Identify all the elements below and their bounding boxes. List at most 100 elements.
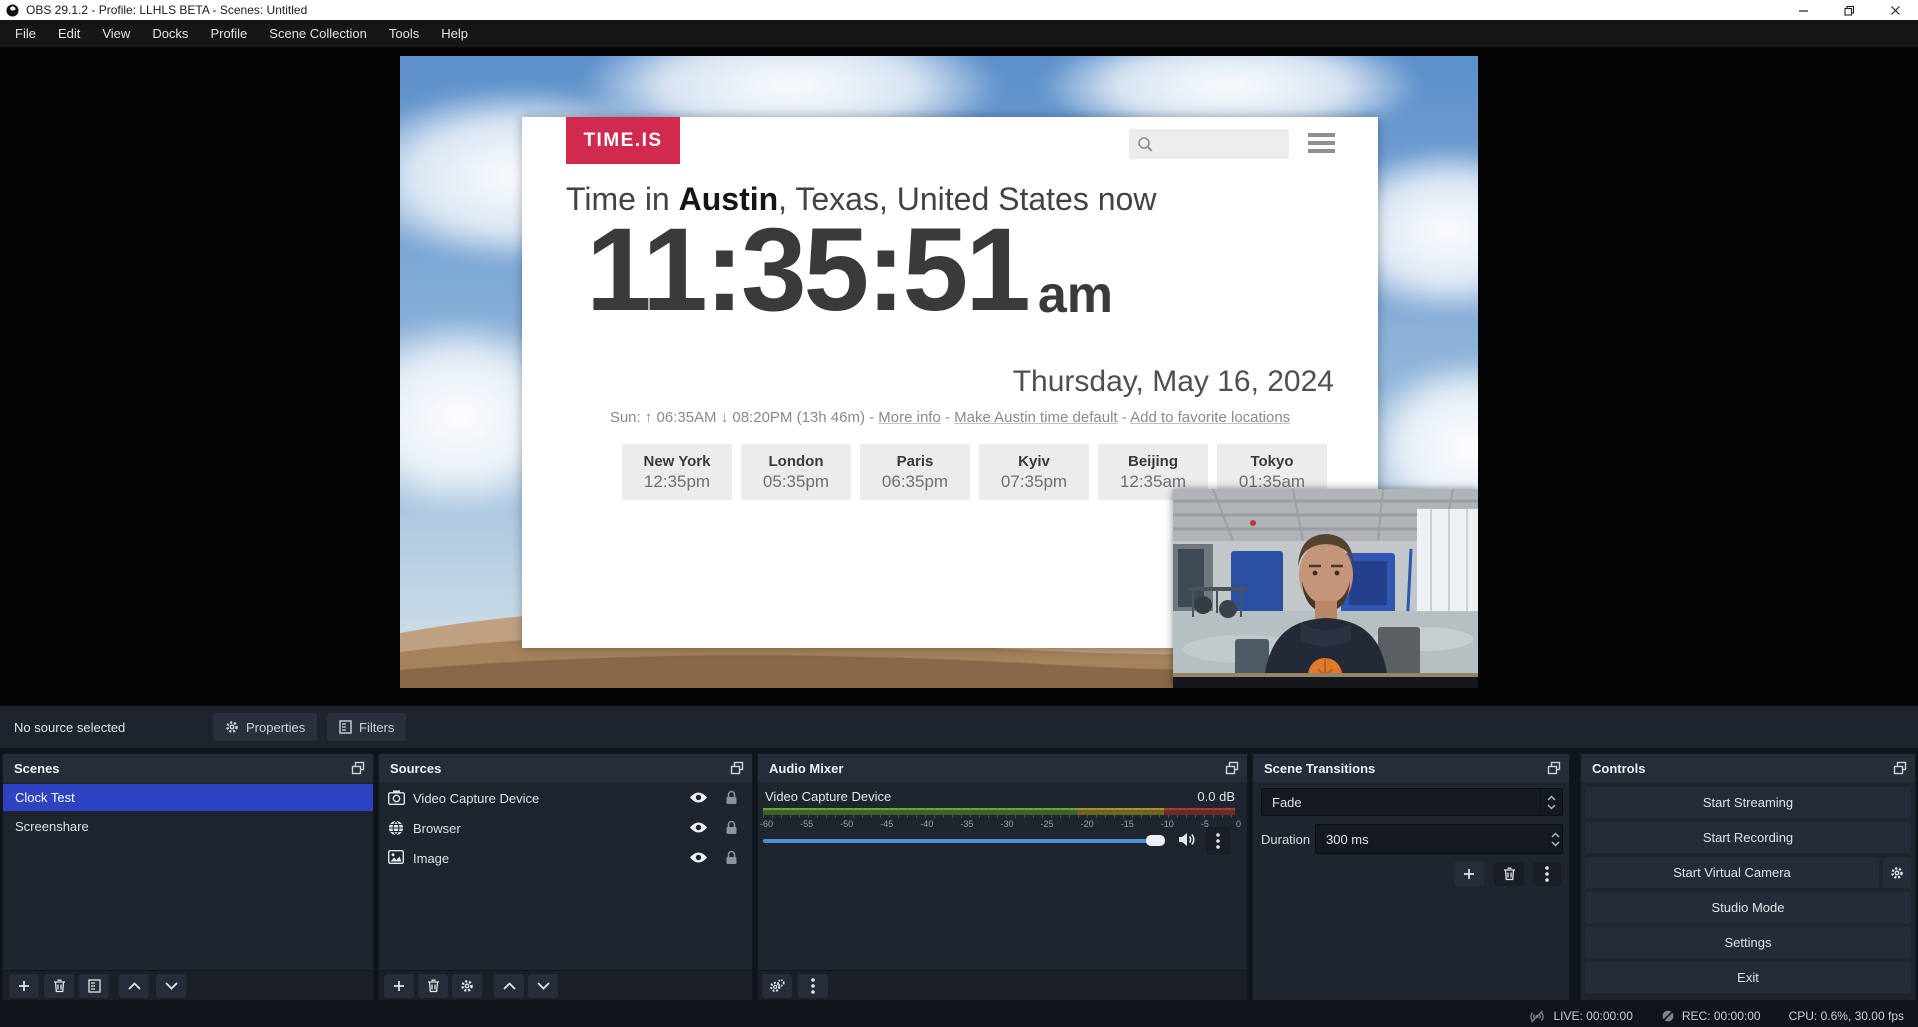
transitions-title: Scene Transitions <box>1264 761 1375 776</box>
source-item-browser[interactable]: Browser <box>379 815 752 842</box>
menu-help[interactable]: Help <box>430 20 479 47</box>
advanced-audio-button[interactable] <box>762 974 792 998</box>
add-transition-button[interactable] <box>1454 862 1484 886</box>
preview-canvas[interactable]: TIME.IS Time in Austin, Texas, United St… <box>400 56 1478 688</box>
start-streaming-button[interactable]: Start Streaming <box>1585 787 1911 818</box>
remove-scene-button[interactable] <box>44 974 74 998</box>
start-virtual-camera-button[interactable]: Start Virtual Camera <box>1585 857 1879 888</box>
clock-meridiem: am <box>1038 265 1113 325</box>
virtual-camera-config-button[interactable] <box>1883 857 1911 888</box>
window-title: OBS 29.1.2 - Profile: LLHLS BETA - Scene… <box>26 3 307 17</box>
kebab-menu-icon <box>1545 866 1549 882</box>
live-status: LIVE: 00:00:00 <box>1528 1009 1632 1023</box>
select-spinner[interactable] <box>1540 789 1562 815</box>
chevron-down-icon <box>537 982 550 990</box>
mixer-db-value: 0.0 dB <box>1197 789 1235 804</box>
settings-button[interactable]: Settings <box>1585 927 1911 958</box>
source-properties-button[interactable] <box>452 974 482 998</box>
add-source-button[interactable] <box>384 974 414 998</box>
filters-button[interactable]: Filters <box>327 713 406 741</box>
menu-bar: File Edit View Docks Profile Scene Colle… <box>0 20 1918 47</box>
timeis-clock: 11:35:51 am <box>586 203 1113 339</box>
city-tile: Paris06:35pm <box>860 444 970 500</box>
lock-icon[interactable] <box>725 850 738 865</box>
move-scene-up-button[interactable] <box>119 974 149 998</box>
scenes-panel: Scenes Clock Test Screenshare <box>2 753 374 1001</box>
menu-tools[interactable]: Tools <box>378 20 430 47</box>
rec-time: REC: 00:00:00 <box>1682 1009 1761 1023</box>
double-gear-icon <box>769 979 785 993</box>
sources-panel: Sources Video Capture Device <box>378 753 753 1001</box>
popout-icon[interactable] <box>730 761 744 775</box>
source-item-video-capture[interactable]: Video Capture Device <box>379 785 752 812</box>
move-scene-down-button[interactable] <box>156 974 186 998</box>
volume-slider[interactable] <box>763 839 1151 843</box>
move-source-down-button[interactable] <box>528 974 558 998</box>
duration-spinner[interactable] <box>1551 825 1560 853</box>
filter-icon <box>339 720 352 734</box>
move-source-up-button[interactable] <box>494 974 524 998</box>
status-bar: LIVE: 00:00:00 REC: 00:00:00 CPU: 0.6%, … <box>0 1005 1918 1027</box>
exit-button[interactable]: Exit <box>1585 962 1911 993</box>
minimize-icon[interactable] <box>1780 0 1826 20</box>
plus-icon <box>1463 868 1475 880</box>
filter-icon <box>88 979 101 993</box>
live-time: LIVE: 00:00:00 <box>1553 1009 1632 1023</box>
timeis-logo: TIME.IS <box>566 117 680 164</box>
visibility-eye-icon[interactable] <box>689 851 708 864</box>
volume-meter <box>763 808 1235 815</box>
sources-title: Sources <box>390 761 441 776</box>
scene-item-screenshare[interactable]: Screenshare <box>3 813 373 840</box>
visibility-eye-icon[interactable] <box>689 791 708 804</box>
menu-view[interactable]: View <box>91 20 141 47</box>
popout-icon[interactable] <box>1547 761 1561 775</box>
plus-icon <box>18 980 30 992</box>
remove-source-button[interactable] <box>418 974 448 998</box>
chevron-up-icon <box>503 982 516 990</box>
popout-icon[interactable] <box>351 761 365 775</box>
window-controls <box>1780 0 1918 20</box>
menu-edit[interactable]: Edit <box>47 20 91 47</box>
add-scene-button[interactable] <box>9 974 39 998</box>
lock-icon[interactable] <box>725 820 738 835</box>
chevron-up-icon <box>1547 795 1556 801</box>
lock-icon[interactable] <box>725 790 738 805</box>
transition-select[interactable]: Fade <box>1261 788 1563 816</box>
scene-item-clock-test[interactable]: Clock Test <box>3 784 373 811</box>
scene-transitions-panel: Scene Transitions Fade Duration 300 ms <box>1252 753 1570 1001</box>
plus-icon <box>393 980 405 992</box>
menu-docks[interactable]: Docks <box>141 20 199 47</box>
camera-icon <box>388 790 405 805</box>
menu-file[interactable]: File <box>4 20 47 47</box>
webcam-video <box>1173 489 1478 688</box>
kebab-menu-icon <box>811 978 815 994</box>
transition-menu-button[interactable] <box>1533 862 1561 886</box>
remove-transition-button[interactable] <box>1494 862 1524 886</box>
mixer-channel-menu-button[interactable] <box>1206 827 1230 855</box>
menu-scene-collection[interactable]: Scene Collection <box>258 20 378 47</box>
speaker-icon[interactable] <box>1178 832 1196 847</box>
timeis-date: Thursday, May 16, 2024 <box>1013 365 1334 399</box>
volume-slider-handle[interactable] <box>1146 835 1165 846</box>
mixer-menu-button[interactable] <box>798 974 828 998</box>
timeis-sun-line: Sun: ↑ 06:35AM ↓ 08:20PM (13h 46m) - Mor… <box>522 409 1378 426</box>
close-icon[interactable] <box>1872 0 1918 20</box>
controls-title: Controls <box>1592 761 1645 776</box>
gear-icon <box>1890 866 1904 880</box>
gear-icon <box>460 979 474 993</box>
popout-icon[interactable] <box>1893 761 1907 775</box>
rec-status: REC: 00:00:00 <box>1661 1009 1761 1023</box>
source-item-image[interactable]: Image <box>379 845 752 872</box>
chevron-up-icon <box>1551 832 1560 838</box>
start-recording-button[interactable]: Start Recording <box>1585 822 1911 853</box>
visibility-eye-icon[interactable] <box>689 821 708 834</box>
studio-mode-button[interactable]: Studio Mode <box>1585 892 1911 923</box>
duration-input[interactable]: 300 ms <box>1315 824 1563 854</box>
properties-button[interactable]: Properties <box>213 713 317 741</box>
menu-profile[interactable]: Profile <box>199 20 258 47</box>
obs-logo-icon <box>6 4 19 17</box>
gear-icon <box>225 720 239 734</box>
popout-icon[interactable] <box>1225 761 1239 775</box>
scene-filters-button[interactable] <box>79 974 109 998</box>
restore-icon[interactable] <box>1826 0 1872 20</box>
